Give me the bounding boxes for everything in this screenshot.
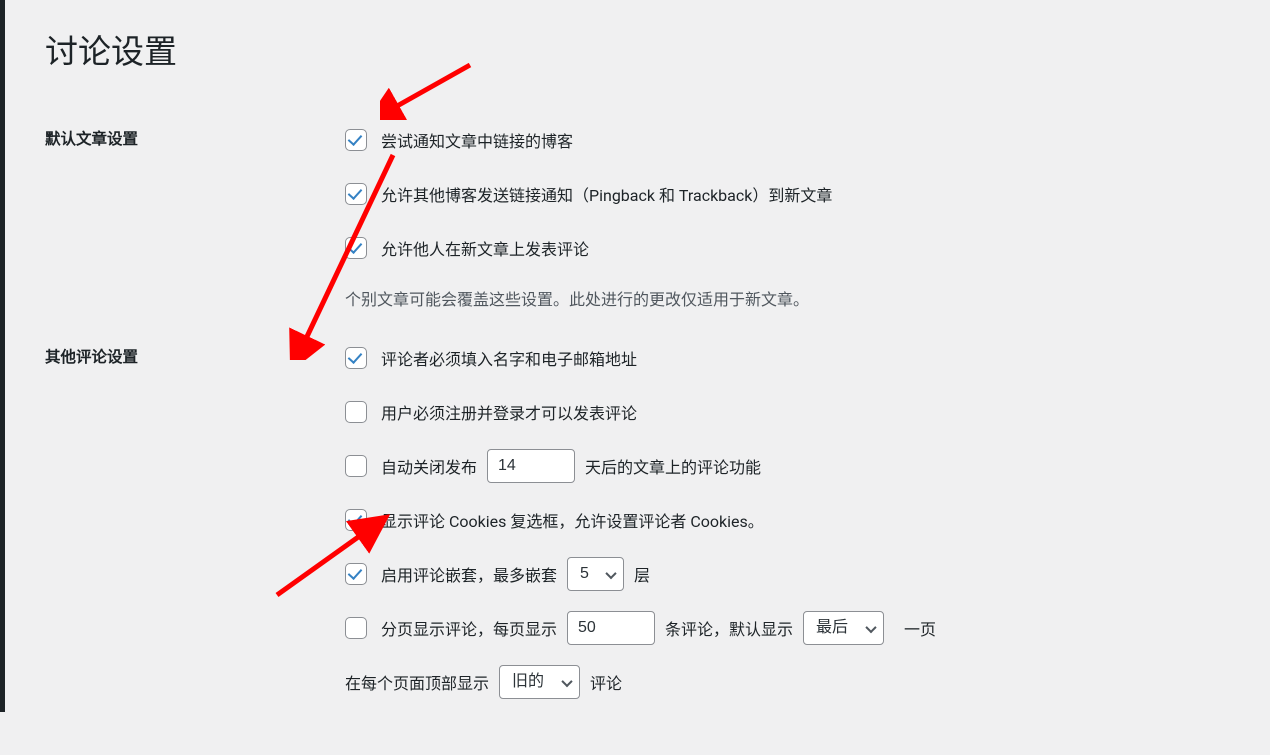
checkbox-allow-pingback[interactable] [345,183,367,205]
label-thread-prefix[interactable]: 启用评论嵌套，最多嵌套 [381,562,557,586]
section-other-comments: 其他评论设置 评论者必须填入名字和电子邮箱地址 用户必须注册并登录才可以发表评论… [45,325,1230,715]
section-heading-other-comments: 其他评论设置 [45,325,335,715]
input-comments-per-page[interactable] [567,611,655,644]
checkbox-page-comments[interactable] [345,617,367,639]
input-close-after-days[interactable] [487,449,575,482]
label-require-login[interactable]: 用户必须注册并登录才可以发表评论 [381,400,637,424]
settings-form: 默认文章设置 尝试通知文章中链接的博客 允许其他博客发送链接通知（Pingbac… [45,107,1230,715]
note-default-article: 个别文章可能会覆盖这些设置。此处进行的更改仅适用于新文章。 [345,286,1220,310]
checkbox-thread-comments[interactable] [345,563,367,585]
section-heading-default-article: 默认文章设置 [45,107,335,325]
select-thread-depth[interactable]: 5 [567,557,624,591]
checkbox-require-login[interactable] [345,401,367,423]
label-close-after-suffix: 天后的文章上的评论功能 [585,454,761,478]
section-default-article: 默认文章设置 尝试通知文章中链接的博客 允许其他博客发送链接通知（Pingbac… [45,107,1230,325]
label-allow-comments[interactable]: 允许他人在新文章上发表评论 [381,236,589,260]
label-order-suffix: 评论 [590,670,622,694]
label-attempt-notify[interactable]: 尝试通知文章中链接的博客 [381,128,573,152]
checkbox-require-name-email[interactable] [345,347,367,369]
checkbox-allow-comments[interactable] [345,237,367,259]
page-title: 讨论设置 [45,0,1230,83]
select-comment-order[interactable]: 旧的 [499,665,580,699]
label-show-cookies[interactable]: 显示评论 Cookies 复选框，允许设置评论者 Cookies。 [381,508,764,532]
label-page-middle: 条评论，默认显示 [665,616,793,640]
label-require-name-email[interactable]: 评论者必须填入名字和电子邮箱地址 [381,346,637,370]
label-close-after-prefix[interactable]: 自动关闭发布 [381,454,477,478]
label-order-prefix: 在每个页面顶部显示 [345,670,489,694]
checkbox-close-after[interactable] [345,455,367,477]
label-page-prefix[interactable]: 分页显示评论，每页显示 [381,616,557,640]
label-page-suffix: 一页 [904,616,936,640]
checkbox-attempt-notify[interactable] [345,129,367,151]
label-allow-pingback[interactable]: 允许其他博客发送链接通知（Pingback 和 Trackback）到新文章 [381,182,832,206]
checkbox-show-cookies[interactable] [345,509,367,531]
select-default-page[interactable]: 最后 [803,611,884,645]
label-thread-suffix: 层 [634,562,650,586]
